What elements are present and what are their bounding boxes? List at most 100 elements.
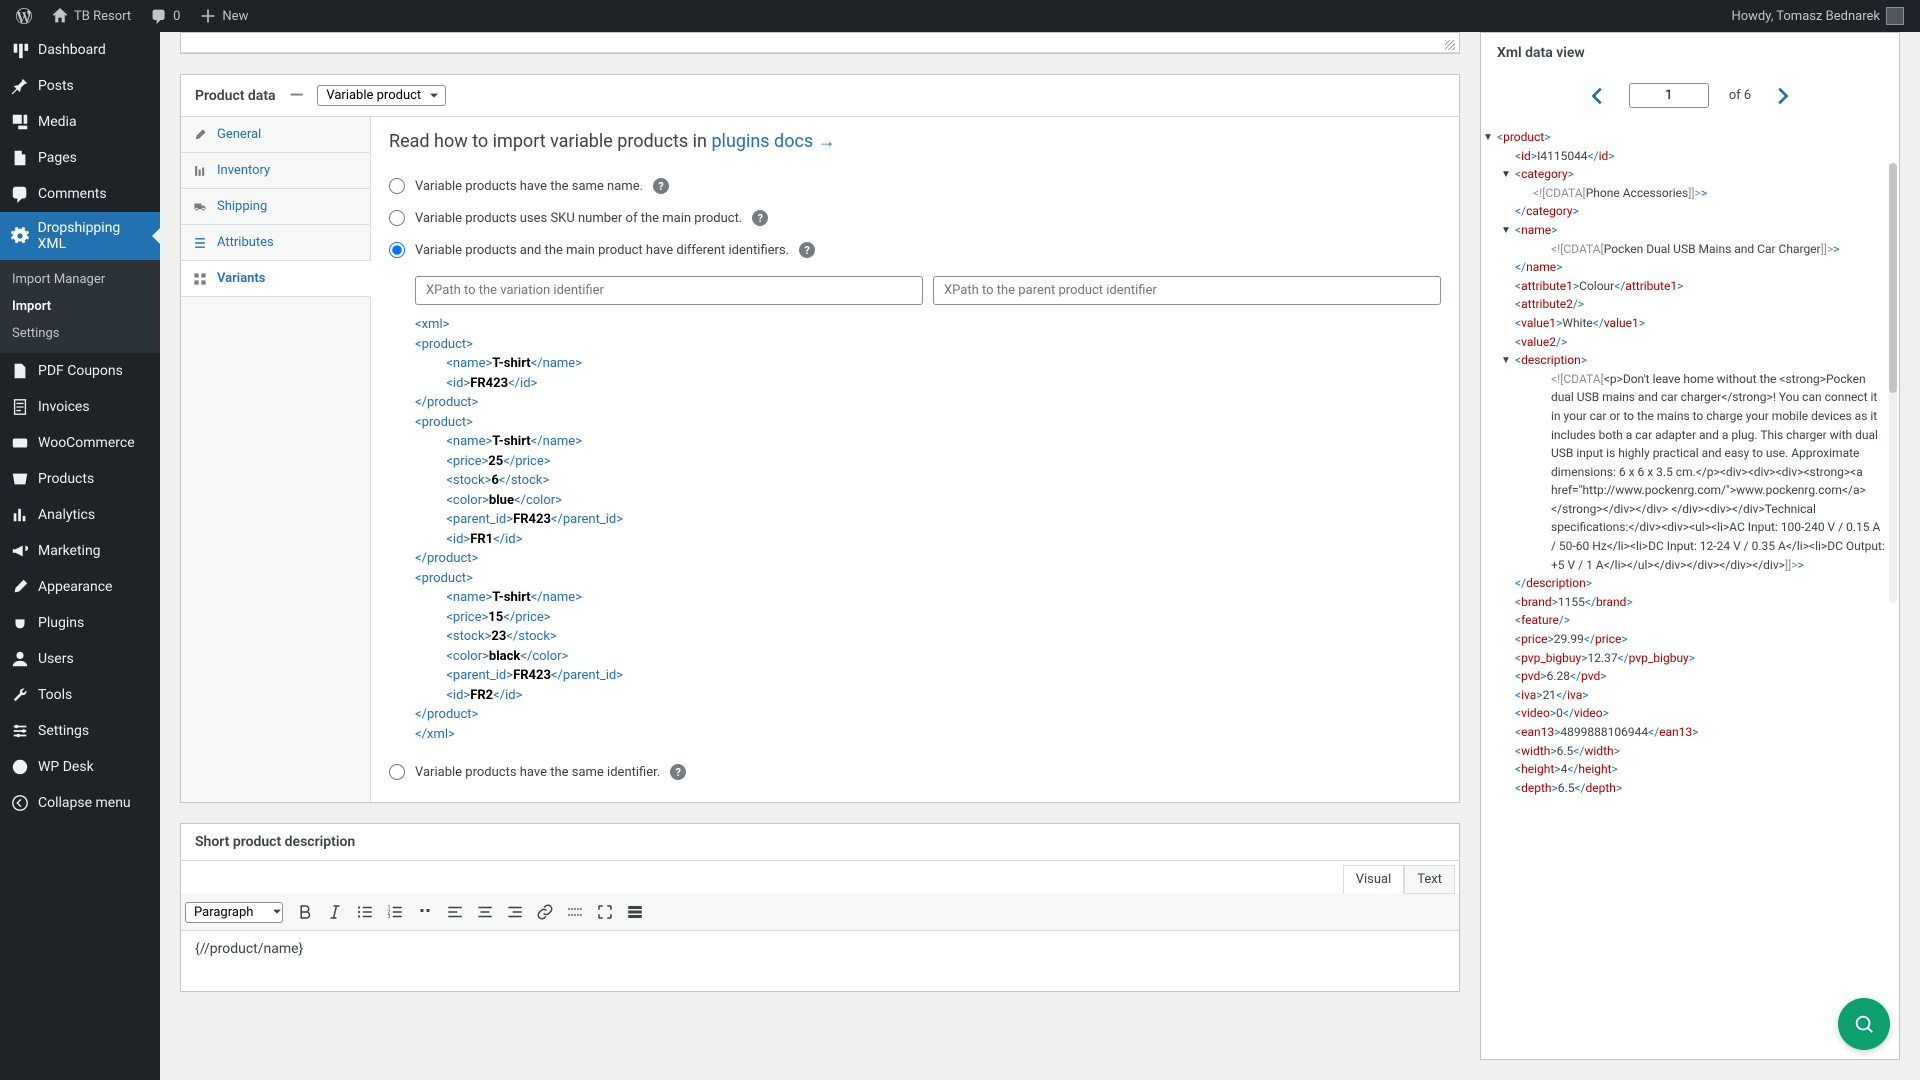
editor-visual[interactable]: Visual: [1343, 865, 1405, 894]
invoice-icon: [10, 397, 30, 417]
user-icon: [10, 649, 30, 669]
new-content[interactable]: New: [192, 8, 256, 24]
user-howdy[interactable]: Howdy, Tomasz Bednarek: [1723, 7, 1912, 25]
caret-icon[interactable]: ▼: [1501, 223, 1511, 239]
menu-plugins[interactable]: Plugins: [0, 605, 160, 641]
prev-record[interactable]: [1587, 85, 1609, 107]
menu-users[interactable]: Users: [0, 641, 160, 677]
menu-posts[interactable]: Posts: [0, 68, 160, 104]
submenu-dropshipping: Import Manager Import Settings: [0, 260, 160, 353]
xml-data-view: Xml data view of 6 ▼<product> <id>I41150…: [1480, 32, 1900, 1060]
menu-marketing[interactable]: Marketing: [0, 533, 160, 569]
menu-dashboard[interactable]: Dashboard: [0, 32, 160, 68]
products-icon: [10, 469, 30, 489]
svg-text:3: 3: [388, 914, 391, 920]
panel-above: [180, 32, 1460, 54]
caret-icon[interactable]: ▼: [1501, 353, 1511, 369]
help-icon[interactable]: ?: [752, 210, 768, 226]
variants-content: Read how to import variable products in …: [371, 117, 1459, 802]
menu-pages[interactable]: Pages: [0, 140, 160, 176]
tab-general[interactable]: General: [181, 117, 370, 153]
help-icon[interactable]: ?: [799, 242, 815, 258]
panel-toggle[interactable]: —: [290, 85, 304, 106]
collapse-icon: [10, 793, 30, 813]
align-right-button[interactable]: [501, 898, 529, 926]
record-total: of 6: [1729, 88, 1751, 103]
tab-shipping[interactable]: Shipping: [181, 189, 370, 225]
tab-inventory[interactable]: Inventory: [181, 153, 370, 189]
radio-sku[interactable]: [389, 210, 405, 226]
woo-icon: [10, 433, 30, 453]
pdf-icon: [10, 361, 30, 381]
docs-link[interactable]: plugins docs →: [711, 131, 835, 152]
toolbar-toggle-button[interactable]: [621, 898, 649, 926]
avatar: [1886, 7, 1904, 25]
ul-button[interactable]: [351, 898, 379, 926]
sub-import-manager[interactable]: Import Manager: [0, 266, 160, 293]
tab-attributes[interactable]: Attributes: [181, 225, 370, 261]
xpath-parent-input[interactable]: [933, 276, 1441, 305]
next-record[interactable]: [1771, 85, 1793, 107]
quote-button[interactable]: [411, 898, 439, 926]
opt1-label: Variable products have the same name.: [415, 179, 643, 194]
product-data-panel: Product data — Variable product General …: [180, 74, 1460, 803]
product-type-select[interactable]: Variable product: [317, 85, 446, 106]
xml-example: <xml> <product> <name>T-shirt</name> <id…: [415, 315, 1441, 744]
caret-icon[interactable]: ▼: [1483, 130, 1493, 146]
site-home[interactable]: TB Resort: [44, 8, 139, 24]
bold-button[interactable]: [291, 898, 319, 926]
menu-pdf-coupons[interactable]: PDF Coupons: [0, 353, 160, 389]
short-desc-title: Short product description: [181, 824, 1459, 861]
menu-analytics[interactable]: Analytics: [0, 497, 160, 533]
fullscreen-button[interactable]: [591, 898, 619, 926]
align-left-button[interactable]: [441, 898, 469, 926]
resize-handle[interactable]: [181, 33, 1459, 53]
radio-same-name[interactable]: [389, 178, 405, 194]
dashboard-icon: [10, 40, 30, 60]
menu-appearance[interactable]: Appearance: [0, 569, 160, 605]
menu-woocommerce[interactable]: WooCommerce: [0, 425, 160, 461]
menu-media[interactable]: Media: [0, 104, 160, 140]
record-input[interactable]: [1629, 83, 1709, 108]
radio-same-id[interactable]: [389, 764, 405, 780]
link-button[interactable]: [531, 898, 559, 926]
plug-icon: [10, 613, 30, 633]
menu-invoices[interactable]: Invoices: [0, 389, 160, 425]
product-data-title: Product data: [195, 88, 276, 104]
comments-count[interactable]: 0: [143, 8, 188, 24]
help-fab[interactable]: [1838, 998, 1890, 1050]
menu-settings[interactable]: Settings: [0, 713, 160, 749]
menu-comments[interactable]: Comments: [0, 176, 160, 212]
radio-diff-id[interactable]: [389, 242, 405, 258]
product-tabs: General Inventory Shipping Attributes Va…: [181, 117, 371, 802]
more-button[interactable]: [561, 898, 589, 926]
xml-tree: ▼<product> <id>I4115044</id> ▼<category>…: [1481, 128, 1899, 817]
menu-dropshipping[interactable]: Dropshipping XML: [0, 212, 160, 260]
comment-icon: [10, 184, 30, 204]
wp-logo[interactable]: [8, 8, 40, 24]
menu-collapse[interactable]: Collapse menu: [0, 785, 160, 821]
pin-icon: [10, 76, 30, 96]
menu-wpdesk[interactable]: WP Desk: [0, 749, 160, 785]
menu-products[interactable]: Products: [0, 461, 160, 497]
admin-bar: TB Resort 0 New Howdy, Tomasz Bednarek: [0, 0, 1920, 32]
help-icon[interactable]: ?: [653, 178, 669, 194]
editor-text[interactable]: Text: [1404, 865, 1455, 894]
sliders-icon: [10, 721, 30, 741]
italic-button[interactable]: [321, 898, 349, 926]
menu-tools[interactable]: Tools: [0, 677, 160, 713]
brush-icon: [10, 577, 30, 597]
align-center-button[interactable]: [471, 898, 499, 926]
help-icon[interactable]: ?: [670, 764, 686, 780]
xpath-variation-input[interactable]: [415, 276, 923, 305]
format-select[interactable]: Paragraph: [185, 902, 283, 923]
ol-button[interactable]: 123: [381, 898, 409, 926]
gear-icon: [10, 226, 30, 246]
sub-settings[interactable]: Settings: [0, 320, 160, 347]
tab-variants[interactable]: Variants: [181, 261, 371, 297]
editor-toolbar: Paragraph 123: [181, 894, 1459, 931]
sub-import[interactable]: Import: [0, 293, 160, 320]
caret-icon[interactable]: ▼: [1501, 167, 1511, 183]
editor-body[interactable]: {//product/name}: [181, 931, 1459, 991]
site-name: TB Resort: [74, 9, 131, 24]
